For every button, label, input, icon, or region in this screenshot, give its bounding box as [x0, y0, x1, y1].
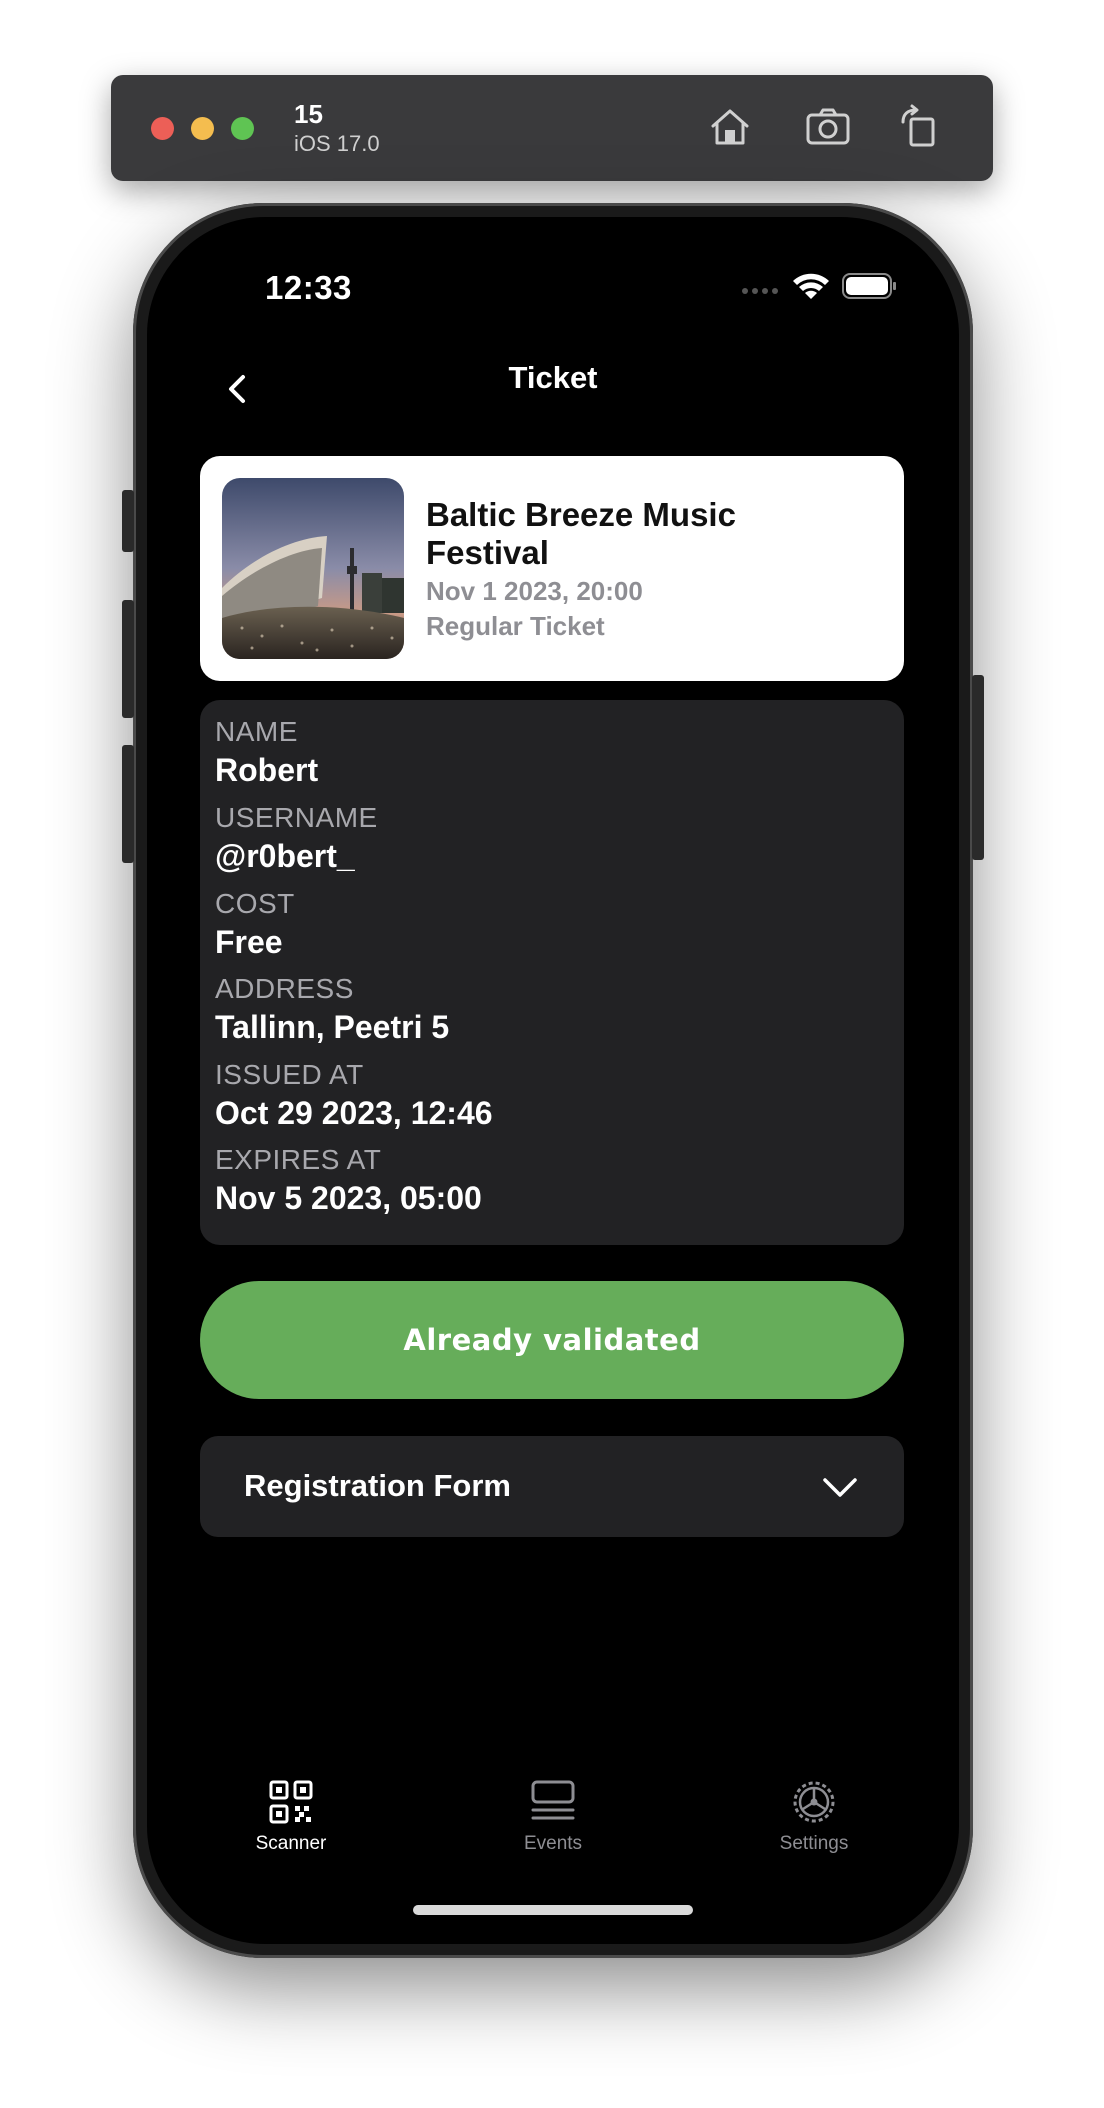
registration-form-dropdown[interactable]: Registration Form [200, 1436, 904, 1537]
detail-value: Tallinn, Peetri 5 [215, 1009, 450, 1045]
home-icon[interactable] [705, 102, 755, 152]
close-window-button[interactable] [151, 117, 174, 140]
home-indicator[interactable] [413, 1905, 693, 1915]
detail-value: Nov 5 2023, 05:00 [215, 1180, 482, 1216]
detail-label: NAME [215, 716, 298, 747]
ticket-type: Regular Ticket [426, 611, 605, 641]
detail-username: USERNAME @r0bert_ [215, 802, 378, 875]
screenshot-icon[interactable] [803, 102, 853, 152]
tab-settings[interactable]: Settings [744, 1777, 884, 1855]
detail-value: Robert [215, 752, 319, 788]
page-title: Ticket [508, 360, 598, 395]
tab-scanner[interactable]: Scanner [221, 1777, 361, 1855]
tab-label: Scanner [255, 1833, 327, 1854]
gear-icon [793, 1781, 835, 1823]
volume-up-button [122, 600, 134, 718]
detail-value: @r0bert_ [215, 838, 355, 874]
mute-switch [122, 490, 134, 552]
status-time: 12:33 [265, 269, 352, 306]
ticket-details: NAME Robert USERNAME @r0bert_ COST Free … [200, 700, 904, 1245]
battery-icon [842, 273, 896, 299]
power-button [972, 675, 984, 860]
tab-label: Events [523, 1833, 583, 1854]
detail-name: NAME Robert [215, 716, 318, 789]
minimize-window-button[interactable] [191, 117, 214, 140]
detail-label: ADDRESS [215, 973, 354, 1004]
detail-label: ISSUED AT [215, 1059, 364, 1090]
volume-down-button [122, 745, 134, 863]
events-list-icon [531, 1780, 575, 1820]
tab-events[interactable]: Events [483, 1777, 623, 1855]
simulator-toolbar: 15 iOS 17.0 [111, 75, 993, 181]
detail-cost: COST Free [215, 888, 295, 961]
rotate-icon[interactable] [895, 102, 945, 152]
detail-label: USERNAME [215, 802, 378, 833]
validation-status-button[interactable]: Already validated [200, 1281, 904, 1399]
registration-form-label: Registration Form [244, 1468, 511, 1503]
status-icons [742, 273, 896, 299]
zoom-window-button[interactable] [231, 117, 254, 140]
chevron-down-icon [823, 1478, 857, 1497]
phone-screen: 12:33 Ticket Baltic Breeze Music Festiva… [147, 217, 959, 1944]
detail-address: ADDRESS Tallinn, Peetri 5 [215, 973, 449, 1046]
detail-value: Oct 29 2023, 12:46 [215, 1095, 493, 1131]
event-card: Baltic Breeze Music Festival Nov 1 2023,… [200, 456, 904, 681]
simulator-device-name: 15 [294, 99, 323, 129]
simulator-os-version: iOS 17.0 [294, 131, 380, 156]
detail-expires-at: EXPIRES AT Nov 5 2023, 05:00 [215, 1144, 482, 1217]
event-image [222, 478, 404, 659]
event-name: Baltic Breeze Music Festival [426, 496, 736, 571]
detail-label: EXPIRES AT [215, 1144, 382, 1175]
wifi-icon [793, 273, 829, 299]
detail-value: Free [215, 924, 283, 960]
tab-label: Settings [779, 1833, 849, 1854]
qr-code-icon [269, 1780, 313, 1824]
event-date: Nov 1 2023, 20:00 [426, 576, 643, 606]
detail-issued-at: ISSUED AT Oct 29 2023, 12:46 [215, 1059, 493, 1132]
signal-icon [742, 288, 778, 294]
detail-label: COST [215, 888, 295, 919]
